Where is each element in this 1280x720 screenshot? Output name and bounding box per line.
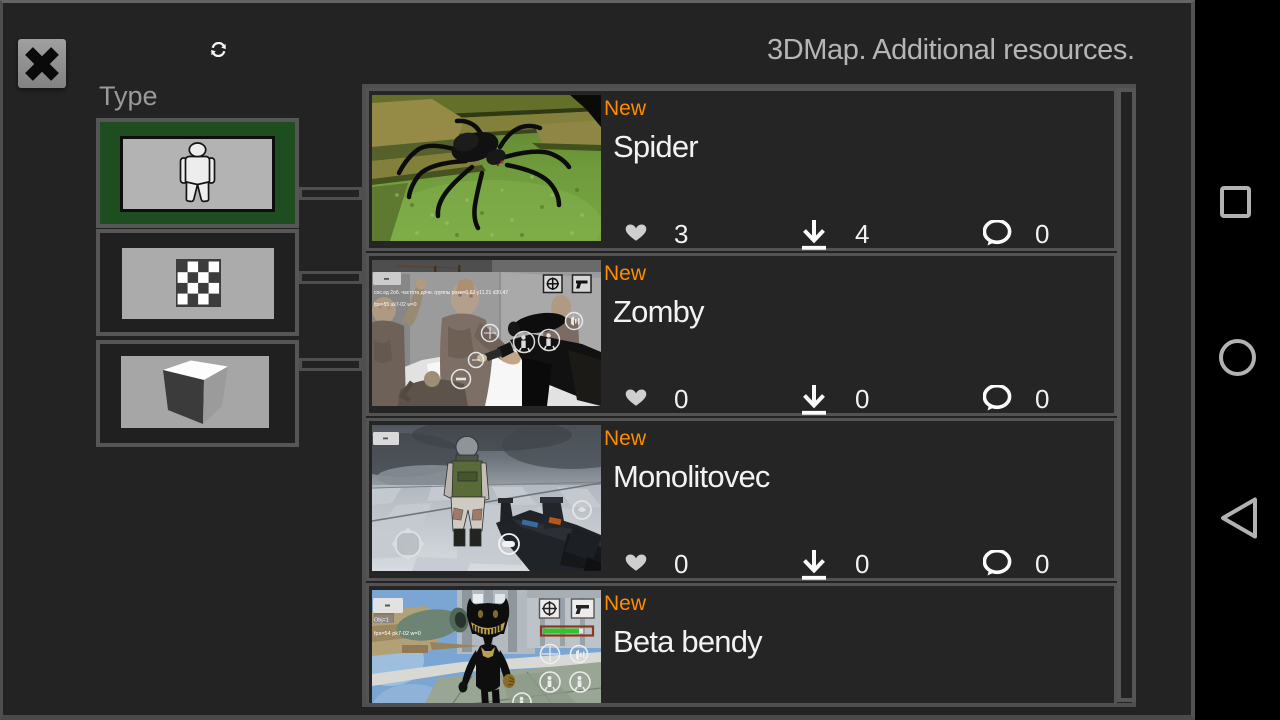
- svg-text:сос.ед 2об. частота дочн. груп: сос.ед 2об. частота дочн. группы posи=0.…: [374, 290, 508, 296]
- svg-text:fps=55 uk7-02 w=0: fps=55 uk7-02 w=0: [374, 302, 417, 308]
- svg-text:fps=54 pk7-02 w=0: fps=54 pk7-02 w=0: [374, 631, 421, 637]
- svg-text:Obj=1: Obj=1: [374, 618, 389, 624]
